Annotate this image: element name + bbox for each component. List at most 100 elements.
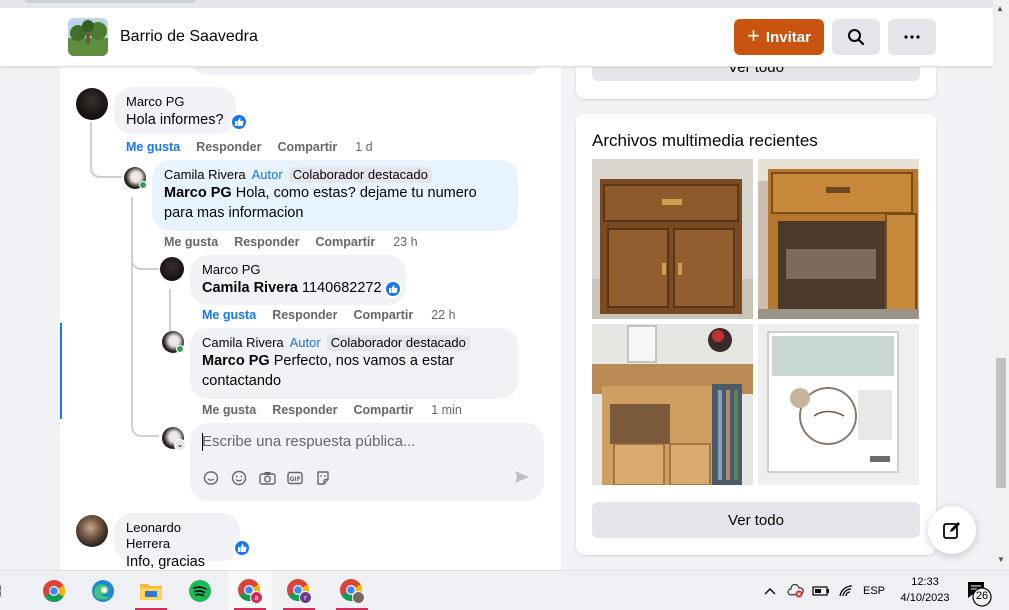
svg-text:GIF: GIF: [289, 476, 300, 483]
gif-icon[interactable]: GIF: [286, 469, 304, 487]
language-indicator[interactable]: ESP: [863, 571, 885, 610]
comment-author[interactable]: Camila Rivera: [164, 167, 246, 183]
author-badge: Autor: [251, 167, 283, 182]
thread-connector: [131, 237, 159, 270]
comment-text: Info, gracias: [126, 554, 205, 570]
previous-comment-bubble: [190, 67, 542, 75]
emoji-icon[interactable]: [230, 469, 248, 487]
recent-media-card: Archivos multimedia recientes Ver todo: [576, 114, 936, 555]
media-thumbnail[interactable]: [758, 324, 919, 485]
see-all-button[interactable]: Ver todo: [592, 65, 920, 81]
like-button[interactable]: Me gusta: [164, 235, 218, 249]
media-thumbnail[interactable]: [592, 324, 753, 485]
thread-line: [131, 197, 133, 419]
chrome-app-icon[interactable]: [32, 571, 76, 610]
avatar[interactable]: [160, 257, 184, 281]
comment-author[interactable]: Marco PG: [126, 94, 224, 110]
comment-time[interactable]: 1 min: [431, 403, 462, 417]
card-title: Archivos multimedia recientes: [592, 131, 818, 150]
comment-author[interactable]: Marco PG: [202, 262, 394, 278]
group-name[interactable]: Barrio de Saavedra: [120, 28, 258, 46]
cloud-sync-icon[interactable]: [787, 571, 805, 610]
clock-date: 4/10/2023: [900, 592, 950, 604]
reply-button[interactable]: Responder: [272, 308, 337, 322]
comment-actions: Me gusta Responder Compartir 23 h: [164, 235, 434, 249]
comment-time[interactable]: 23 h: [393, 235, 417, 249]
scroll-down-icon[interactable]: ▼: [997, 555, 1005, 564]
reply-button[interactable]: Responder: [196, 140, 261, 154]
plus-icon: +: [747, 23, 760, 48]
like-button[interactable]: Me gusta: [126, 140, 180, 154]
scroll-up-icon[interactable]: ▲: [996, 4, 1004, 13]
author-badge: Autor: [289, 335, 321, 350]
like-button[interactable]: Me gusta: [202, 403, 256, 417]
like-reaction-icon[interactable]: [233, 539, 251, 557]
chevron-down-icon[interactable]: ⌄: [174, 439, 186, 451]
share-button[interactable]: Compartir: [353, 403, 413, 417]
mention-link[interactable]: Marco PG: [164, 185, 232, 201]
send-icon[interactable]: [514, 469, 530, 490]
chrome-profile-a-icon[interactable]: a: [228, 571, 272, 610]
comment-actions: Me gusta Responder Compartir 1 min: [202, 403, 478, 417]
like-reaction-icon[interactable]: [230, 113, 248, 131]
spotify-app-icon[interactable]: [178, 571, 222, 610]
online-status-dot: [139, 181, 147, 189]
comment-author[interactable]: Leonardo Herrera: [126, 520, 228, 552]
mention-link[interactable]: Marco PG: [202, 353, 270, 369]
mention-link[interactable]: Camila Rivera: [202, 280, 298, 296]
avatar[interactable]: [76, 88, 108, 120]
see-all-media-button[interactable]: Ver todo: [592, 502, 920, 538]
search-button[interactable]: [832, 19, 880, 55]
share-button[interactable]: Compartir: [277, 140, 337, 154]
more-options-button[interactable]: [888, 19, 936, 55]
chrome-profile-photo-icon[interactable]: [330, 571, 374, 610]
thread-connector: [131, 419, 159, 437]
battery-icon[interactable]: [812, 571, 830, 610]
edge-app-icon[interactable]: [81, 571, 125, 610]
group-thumbnail[interactable]: [68, 18, 108, 56]
system-clock[interactable]: 12:33 4/10/2023: [895, 574, 955, 606]
comment-author-row: Camila Rivera Autor Colaborador destacad…: [202, 335, 506, 351]
chrome-profile-r-icon[interactable]: r: [277, 571, 321, 610]
svg-text:r: r: [304, 594, 307, 602]
media-thumbnail[interactable]: [758, 159, 919, 319]
comment-bubble: Camila Rivera Autor Colaborador destacad…: [190, 328, 518, 399]
new-message-button[interactable]: [928, 506, 976, 554]
like-button[interactable]: Me gusta: [202, 308, 256, 322]
camera-icon[interactable]: [258, 469, 276, 487]
notification-center-button[interactable]: 26: [960, 576, 1000, 610]
more-dots-icon: [904, 35, 920, 39]
comment-time[interactable]: 22 h: [431, 308, 455, 322]
scrollbar-thumb[interactable]: [996, 358, 1006, 488]
file-explorer-icon[interactable]: [129, 571, 173, 610]
comment-bubble: Marco PG Hola informes?: [114, 87, 236, 134]
comment-time[interactable]: 1 d: [355, 140, 372, 154]
reply-button[interactable]: Responder: [234, 235, 299, 249]
media-thumbnail[interactable]: [592, 159, 753, 319]
avatar-sticker-icon[interactable]: [202, 469, 220, 487]
like-reaction-icon[interactable]: [384, 280, 402, 298]
windows-taskbar: a r ESP 12:33 4/10/2023 26: [0, 570, 1009, 610]
comment-bubble: Marco PG Camila Rivera 1140682272: [190, 255, 406, 305]
avatar[interactable]: [76, 515, 108, 547]
invite-label: Invitar: [765, 28, 811, 46]
notification-count: 26: [975, 590, 989, 602]
compose-icon: [943, 522, 960, 539]
task-view-icon[interactable]: [0, 571, 12, 610]
browser-top-strip: [0, 0, 993, 8]
wifi-icon[interactable]: [838, 571, 854, 610]
tab-chip: [25, 0, 195, 3]
top-contributor-badge: Colaborador destacado: [326, 335, 470, 351]
reply-input[interactable]: Escribe una respuesta pública...: [202, 433, 415, 450]
comment-text: 1140682272: [301, 280, 382, 296]
search-icon: [848, 29, 865, 46]
reply-button[interactable]: Responder: [272, 403, 337, 417]
invite-button[interactable]: + Invitar: [734, 19, 824, 55]
comment-text: Hola informes?: [126, 112, 224, 128]
share-button[interactable]: Compartir: [353, 308, 413, 322]
reply-composer[interactable]: Escribe una respuesta pública... GIF: [190, 423, 544, 501]
show-hidden-icons[interactable]: [764, 571, 776, 610]
sticker-icon[interactable]: [314, 469, 332, 487]
share-button[interactable]: Compartir: [315, 235, 375, 249]
comment-author[interactable]: Camila Rivera: [202, 335, 284, 351]
